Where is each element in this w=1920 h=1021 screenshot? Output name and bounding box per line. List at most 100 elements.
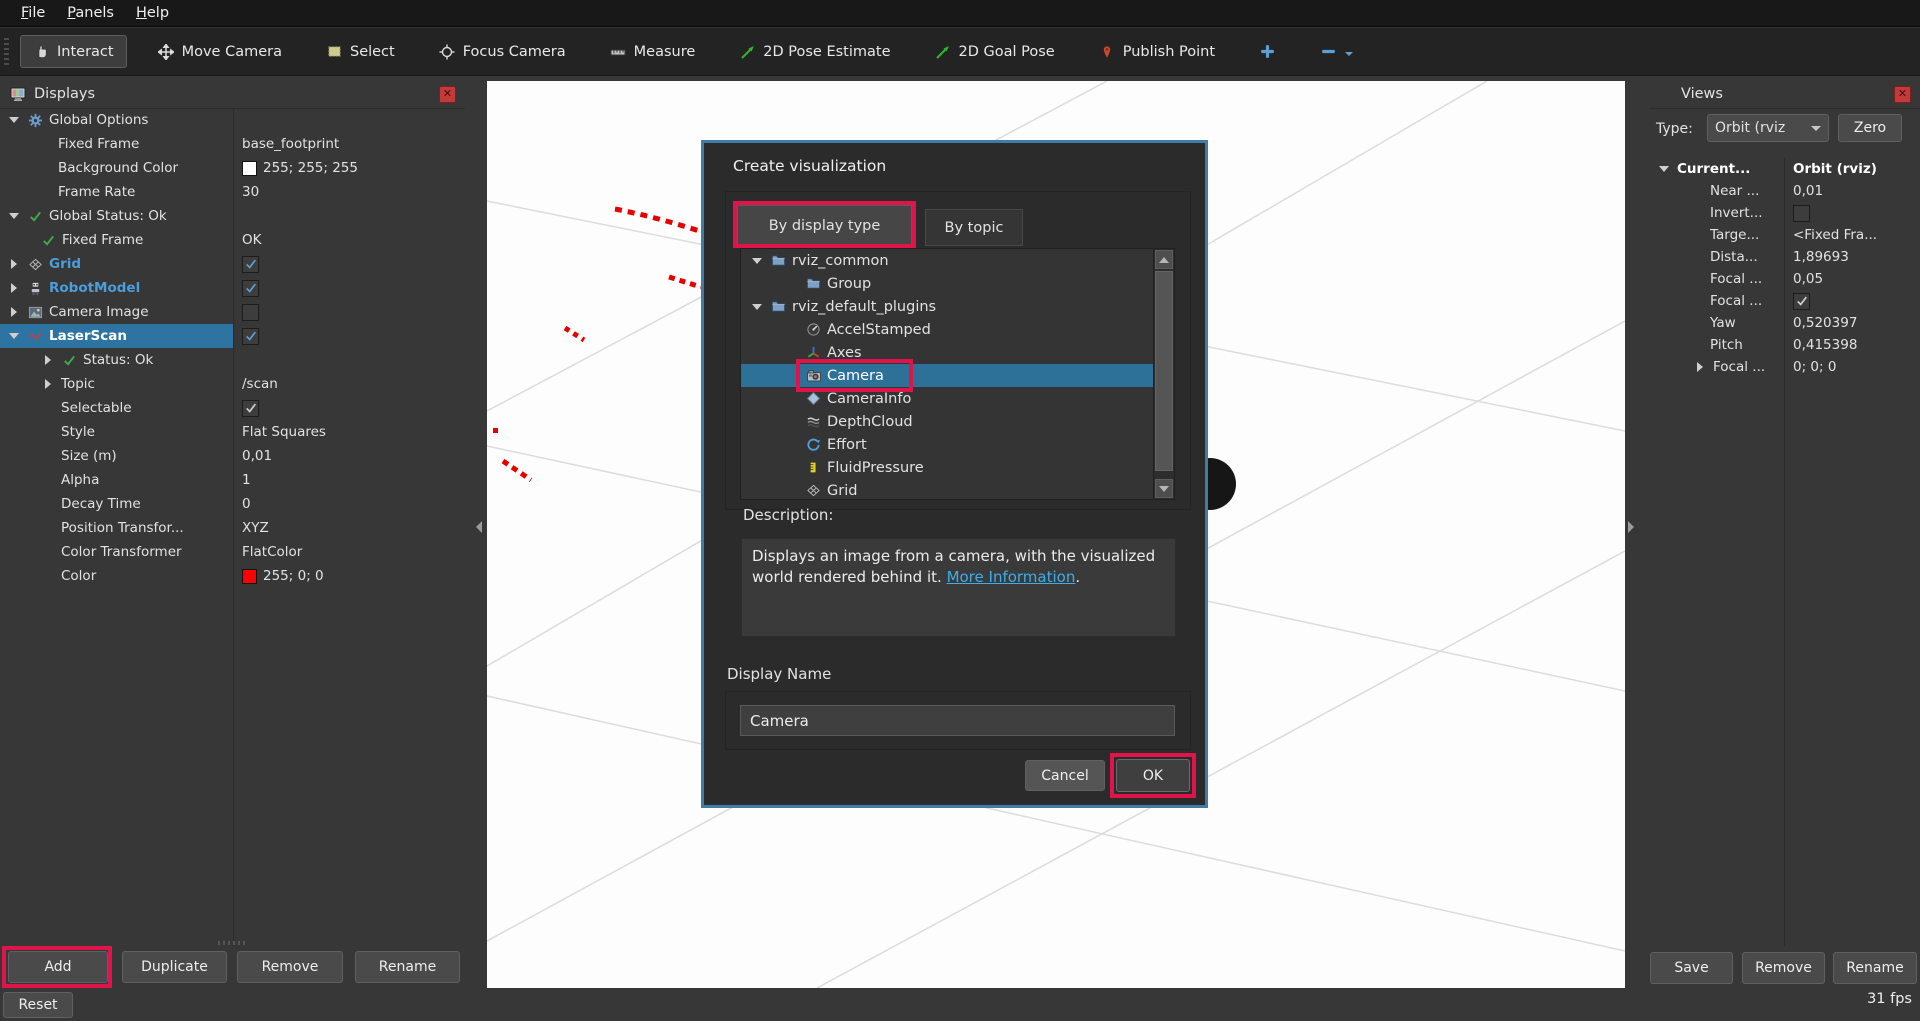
tool-2d-goal-pose[interactable]: 2D Goal Pose: [922, 35, 1068, 68]
tool-focus-camera[interactable]: Focus Camera: [426, 35, 579, 68]
property-value-cell[interactable]: 0: [233, 492, 465, 516]
property-value[interactable]: 0,01: [242, 448, 272, 464]
add-tool-button[interactable]: [1246, 35, 1289, 68]
display-row-frame-rate[interactable]: Frame Rate30: [0, 180, 465, 204]
tool-publish-point[interactable]: Publish Point: [1086, 35, 1228, 68]
cancel-button[interactable]: Cancel: [1025, 760, 1105, 791]
display-type-depthcloud[interactable]: DepthCloud: [741, 410, 1174, 433]
ok-button[interactable]: OK: [1116, 759, 1190, 792]
collapse-arrow-icon[interactable]: [6, 213, 22, 219]
property-value[interactable]: 1: [242, 472, 251, 488]
scroll-up-icon[interactable]: [1155, 250, 1173, 269]
property-value[interactable]: Flat Squares: [242, 424, 326, 440]
display-row-decay-time[interactable]: Decay Time0: [0, 492, 465, 516]
checkbox-checked[interactable]: [242, 400, 259, 417]
panel-splitter-handle[interactable]: [218, 941, 248, 945]
display-name-input[interactable]: [740, 705, 1175, 736]
property-value-cell[interactable]: [233, 204, 465, 228]
property-value-cell[interactable]: [233, 324, 465, 348]
property-value[interactable]: 30: [242, 184, 259, 200]
property-value-cell[interactable]: 255; 0; 0: [233, 564, 465, 588]
property-value-cell[interactable]: [233, 300, 465, 324]
property-value[interactable]: FlatColor: [242, 544, 302, 560]
display-type-camerainfo[interactable]: CameraInfo: [741, 387, 1174, 410]
more-information-link[interactable]: More Information: [947, 568, 1076, 586]
view-row-focal[interactable]: Focal ...0,05: [1650, 268, 1920, 290]
property-value-cell[interactable]: 255; 255; 255: [233, 156, 465, 180]
property-value-cell[interactable]: XYZ: [233, 516, 465, 540]
display-remove-button[interactable]: Remove: [237, 951, 343, 983]
expand-arrow-icon[interactable]: [1692, 362, 1708, 372]
display-row-topic[interactable]: Topic/scan: [0, 372, 465, 396]
property-value[interactable]: 1,89693: [1793, 249, 1849, 265]
property-value[interactable]: 0; 0; 0: [1793, 359, 1836, 375]
display-row-status-ok[interactable]: Status: Ok: [0, 348, 465, 372]
display-row-color[interactable]: Color255; 0; 0: [0, 564, 465, 588]
expand-arrow-icon[interactable]: [40, 355, 56, 365]
property-value-cell[interactable]: [1784, 202, 1920, 224]
view-save-button[interactable]: Save: [1650, 952, 1733, 984]
collapse-arrow-icon[interactable]: [749, 304, 765, 310]
collapse-left-panel-arrow-icon[interactable]: [470, 521, 482, 533]
display-type-grid[interactable]: Grid: [741, 479, 1174, 500]
property-value-cell[interactable]: <Fixed Fra...: [1784, 224, 1920, 246]
view-row-focal[interactable]: Focal ...0; 0; 0: [1650, 356, 1920, 378]
tool-measure[interactable]: Measure: [597, 35, 709, 68]
property-value[interactable]: XYZ: [242, 520, 269, 536]
property-value[interactable]: Orbit (rviz): [1793, 161, 1877, 177]
display-row-fixed-frame[interactable]: Fixed Framebase_footprint: [0, 132, 465, 156]
display-row-fixed-frame[interactable]: Fixed FrameOK: [0, 228, 465, 252]
property-value-cell[interactable]: 0,520397: [1784, 312, 1920, 334]
property-value-cell[interactable]: 1: [233, 468, 465, 492]
display-row-camera-image[interactable]: Camera Image: [0, 300, 465, 324]
display-row-position-transfor[interactable]: Position Transfor...XYZ: [0, 516, 465, 540]
close-icon[interactable]: ✕: [1894, 86, 1911, 103]
tab-by-display-type[interactable]: By display type: [737, 205, 912, 246]
tab-by-topic[interactable]: By topic: [925, 209, 1023, 246]
display-type-accelstamped[interactable]: AccelStamped: [741, 318, 1174, 341]
view-row-focal[interactable]: Focal ...: [1650, 290, 1920, 312]
property-value-cell[interactable]: [233, 348, 465, 372]
display-add-button[interactable]: Add: [8, 951, 108, 983]
display-row-alpha[interactable]: Alpha1: [0, 468, 465, 492]
expand-arrow-icon[interactable]: [6, 259, 22, 269]
property-value[interactable]: 0: [242, 496, 251, 512]
collapse-arrow-icon[interactable]: [1656, 166, 1672, 172]
property-value-cell[interactable]: 1,89693: [1784, 246, 1920, 268]
display-type-rviz-common[interactable]: rviz_common: [741, 249, 1174, 272]
property-value[interactable]: 255; 0; 0: [263, 568, 324, 584]
reset-button[interactable]: Reset: [3, 992, 73, 1018]
property-value[interactable]: /scan: [242, 376, 278, 392]
property-value[interactable]: 0,520397: [1793, 315, 1857, 331]
property-value-cell[interactable]: 0,05: [1784, 268, 1920, 290]
property-value-cell[interactable]: OK: [233, 228, 465, 252]
property-value-cell[interactable]: /scan: [233, 372, 465, 396]
display-duplicate-button[interactable]: Duplicate: [122, 951, 227, 983]
expand-arrow-icon[interactable]: [40, 379, 56, 389]
checkbox-checked[interactable]: [1793, 293, 1810, 310]
collapse-arrow-icon[interactable]: [749, 258, 765, 264]
view-row-current[interactable]: Current...Orbit (rviz): [1650, 158, 1920, 180]
display-row-size-m[interactable]: Size (m)0,01: [0, 444, 465, 468]
display-row-robotmodel[interactable]: RobotModel: [0, 276, 465, 300]
view-row-pitch[interactable]: Pitch0,415398: [1650, 334, 1920, 356]
property-value[interactable]: <Fixed Fra...: [1793, 227, 1877, 243]
menu-file[interactable]: File: [10, 3, 56, 23]
property-value-cell[interactable]: base_footprint: [233, 132, 465, 156]
toolbar-drag-handle[interactable]: [4, 38, 9, 66]
menu-help[interactable]: Help: [125, 3, 180, 23]
property-value-cell[interactable]: 30: [233, 180, 465, 204]
tool-select[interactable]: Select: [313, 35, 408, 68]
property-value-cell[interactable]: FlatColor: [233, 540, 465, 564]
display-type-axes[interactable]: Axes: [741, 341, 1174, 364]
view-type-dropdown[interactable]: Orbit (rviz: [1707, 114, 1829, 142]
property-value-cell[interactable]: [233, 108, 465, 132]
display-type-group[interactable]: Group: [741, 272, 1174, 295]
display-row-selectable[interactable]: Selectable: [0, 396, 465, 420]
tool-move-camera[interactable]: Move Camera: [145, 35, 295, 68]
tool-interact[interactable]: Interact: [20, 35, 127, 68]
display-row-laserscan[interactable]: LaserScan: [0, 324, 465, 348]
property-value-cell[interactable]: 0; 0; 0: [1784, 356, 1920, 378]
scrollbar[interactable]: [1153, 249, 1174, 499]
property-value-cell[interactable]: Orbit (rviz): [1784, 158, 1920, 180]
